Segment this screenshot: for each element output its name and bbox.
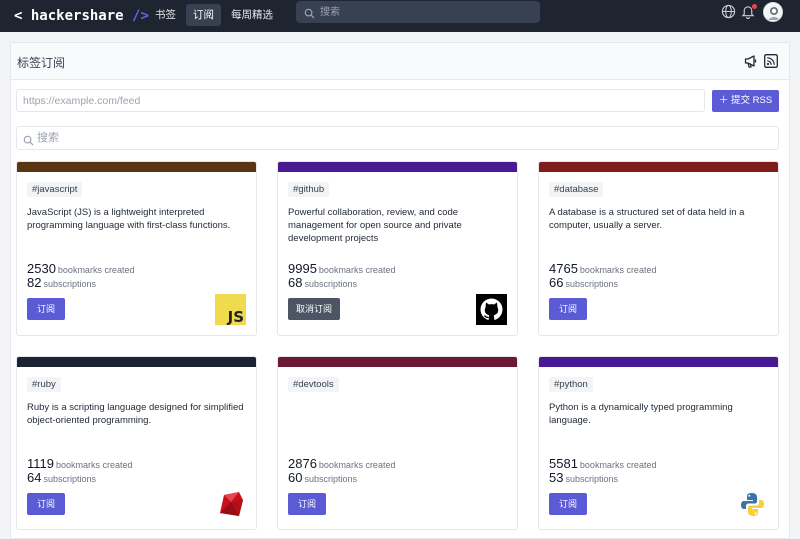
search-icon — [304, 6, 315, 24]
card-color-stripe — [278, 162, 517, 172]
subscriptions-label: subscriptions — [43, 279, 96, 289]
tag-card-python: #python Python is a dynamically typed pr… — [538, 356, 779, 530]
card-color-stripe — [539, 357, 778, 367]
page-title: 标签订阅 — [17, 56, 66, 70]
subscribe-button[interactable]: 订阅 — [549, 298, 588, 320]
bookmarks-label: bookmarks created — [56, 460, 133, 470]
nav-subscriptions[interactable]: 订阅 — [186, 4, 221, 26]
tag-description: Ruby is a scripting language designed fo… — [27, 402, 244, 426]
bookmarks-label: bookmarks created — [318, 265, 396, 275]
subscriptions-count: 53 subscriptions — [549, 470, 618, 485]
bookmarks-number: 5581 — [549, 456, 578, 471]
bookmarks-count: 9995 bookmarks created — [288, 261, 395, 276]
tag-filter-input[interactable] — [37, 128, 737, 148]
bookmarks-number: 2530 — [27, 261, 56, 276]
rss-icon[interactable] — [764, 54, 778, 73]
bookmarks-count: 5581 bookmarks created — [549, 456, 656, 471]
ruby-logo-icon — [215, 489, 246, 520]
subscriptions-label: subscriptions — [304, 279, 357, 289]
subscriptions-number: 64 — [27, 470, 42, 485]
submit-rss-button[interactable]: ＋ 提交 RSS — [712, 90, 779, 112]
rss-feed-url-input[interactable] — [16, 89, 705, 112]
tag-card-github: #github Powerful collaboration, review, … — [277, 161, 518, 336]
logo-prefix: < — [14, 8, 23, 24]
logo-text: hackershare — [30, 8, 124, 24]
tag-label[interactable]: #ruby — [27, 377, 61, 392]
tag-card-database: #database A database is a structured set… — [538, 161, 779, 336]
top-search-box[interactable] — [296, 1, 540, 23]
tag-description: A database is a structured set of data h… — [549, 207, 745, 231]
subscriptions-number: 68 — [288, 275, 303, 290]
nav-bookmarks[interactable]: 书签 — [148, 4, 183, 26]
subscriptions-label: subscriptions — [565, 474, 618, 484]
javascript-logo-icon: JS — [215, 294, 246, 326]
python-logo-icon — [737, 489, 768, 520]
tag-filter-box[interactable] — [16, 126, 779, 150]
subscriptions-number: 82 — [27, 275, 42, 290]
notification-dot — [752, 4, 757, 9]
bookmarks-number: 4765 — [549, 261, 578, 276]
subscriptions-label: subscriptions — [304, 474, 357, 484]
tag-label[interactable]: #database — [549, 182, 604, 197]
subscribe-button[interactable]: 订阅 — [27, 298, 66, 320]
bookmarks-count: 1119 bookmarks created — [27, 456, 133, 471]
subscriptions-number: 66 — [549, 275, 564, 290]
subscribe-button[interactable]: 订阅 — [27, 493, 66, 515]
bookmarks-number: 2876 — [288, 456, 317, 471]
megaphone-icon[interactable] — [744, 54, 758, 73]
card-color-stripe — [17, 357, 256, 367]
avatar[interactable] — [763, 2, 783, 22]
subscriptions-number: 53 — [549, 470, 564, 485]
subscriptions-label: subscriptions — [565, 279, 618, 289]
subscriptions-count: 82 subscriptions — [27, 275, 96, 290]
bookmarks-label: bookmarks created — [579, 460, 657, 470]
bookmarks-label: bookmarks created — [57, 265, 135, 275]
tag-card-devtools: #devtools 2876 bookmarks created 60 subscr… — [277, 356, 518, 530]
svg-text:JS: JS — [227, 308, 244, 325]
top-search-input[interactable] — [320, 1, 530, 23]
subscriptions-count: 64 subscriptions — [27, 470, 96, 485]
logo-suffix: /> — [132, 8, 149, 24]
search-icon — [23, 133, 34, 151]
bookmarks-count: 4765 bookmarks created — [549, 261, 656, 276]
site-logo[interactable]: < hackershare /> — [14, 5, 149, 27]
github-logo-icon — [476, 294, 507, 325]
bookmarks-number: 1119 — [27, 456, 54, 471]
subscriptions-label: subscriptions — [43, 474, 96, 484]
subscriptions-number: 60 — [288, 470, 303, 485]
tag-description: JavaScript (JS) is a lightweight interpr… — [27, 207, 231, 231]
card-color-stripe — [539, 162, 778, 172]
top-nav-bar: < hackershare /> 书签 订阅 每周精选 — [0, 0, 800, 32]
tag-description: Powerful collaboration, review, and code… — [288, 207, 462, 244]
tag-label[interactable]: #javascript — [27, 182, 83, 197]
panel-header: 标签订阅 — [11, 43, 789, 80]
globe-icon[interactable] — [721, 4, 736, 24]
tag-label[interactable]: #devtools — [288, 377, 339, 392]
tag-card-javascript: #javascript JavaScript (JS) is a lightwe… — [16, 161, 257, 336]
tag-card-ruby: #ruby Ruby is a scripting language desig… — [16, 356, 257, 530]
tag-label[interactable]: #github — [288, 182, 330, 197]
unsubscribe-button[interactable]: 取消订阅 — [288, 298, 341, 320]
subscribe-button[interactable]: 订阅 — [549, 493, 588, 515]
bookmarks-label: bookmarks created — [579, 265, 657, 275]
bookmarks-number: 9995 — [288, 261, 317, 276]
bookmarks-count: 2876 bookmarks created — [288, 456, 395, 471]
bookmarks-label: bookmarks created — [318, 460, 396, 470]
subscriptions-count: 60 subscriptions — [288, 470, 357, 485]
tag-label[interactable]: #python — [549, 377, 593, 392]
subscriptions-count: 68 subscriptions — [288, 275, 357, 290]
card-color-stripe — [17, 162, 256, 172]
tag-description: Python is a dynamically typed programmin… — [549, 402, 733, 426]
subscribe-button[interactable]: 订阅 — [288, 493, 327, 515]
subscriptions-count: 66 subscriptions — [549, 275, 618, 290]
nav-weekly-picks[interactable]: 每周精选 — [224, 4, 280, 26]
card-color-stripe — [278, 357, 517, 367]
bookmarks-count: 2530 bookmarks created — [27, 261, 134, 276]
